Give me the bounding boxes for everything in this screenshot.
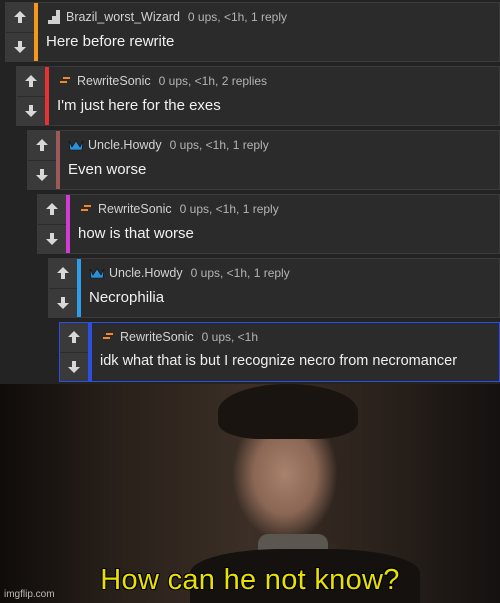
thread-depth-bar — [34, 3, 38, 61]
comment-text: how is that worse — [78, 225, 194, 242]
comment-stats: 0 ups, <1h, 1 reply — [169, 138, 269, 152]
comment: Uncle.Howdy 0 ups, <1h, 1 reply Even wor… — [27, 130, 500, 190]
comment: Uncle.Howdy 0 ups, <1h, 1 reply Necrophi… — [48, 258, 500, 318]
thread-depth-bar — [77, 259, 81, 317]
username: Uncle.Howdy — [109, 266, 183, 280]
username: Uncle.Howdy — [88, 138, 162, 152]
comment-meta: Uncle.Howdy 0 ups, <1h, 1 reply — [89, 264, 290, 282]
username: RewriteSonic — [120, 330, 194, 344]
comment: RewriteSonic 0 ups, <1h idk what that is… — [59, 322, 500, 382]
meme-image: How can he not know? imgflip.com — [0, 384, 500, 603]
vote-controls — [38, 195, 66, 253]
upvote-button[interactable] — [38, 195, 66, 225]
upvote-button[interactable] — [60, 323, 88, 353]
username-link[interactable]: RewriteSonic — [100, 330, 194, 344]
pixel-stairs-icon — [48, 10, 60, 24]
username-link[interactable]: RewriteSonic — [78, 202, 172, 216]
username: RewriteSonic — [77, 74, 151, 88]
downvote-button[interactable] — [38, 224, 66, 253]
arrow-down-icon — [68, 360, 80, 373]
vote-controls — [6, 3, 34, 61]
comment-thread: Brazil_worst_Wizard 0 ups, <1h, 1 reply … — [0, 0, 500, 384]
arrow-up-icon — [46, 203, 58, 216]
blue-crown-icon — [89, 268, 105, 279]
vote-controls — [28, 131, 56, 189]
comment: Brazil_worst_Wizard 0 ups, <1h, 1 reply … — [5, 2, 500, 62]
upvote-button[interactable] — [28, 131, 56, 161]
username-link[interactable]: RewriteSonic — [57, 74, 151, 88]
arrow-up-icon — [14, 11, 26, 24]
comment-meta: Brazil_worst_Wizard 0 ups, <1h, 1 reply — [46, 8, 287, 26]
arrow-up-icon — [36, 139, 48, 152]
comment-text: I'm just here for the exes — [57, 97, 221, 114]
hair-shape — [218, 384, 358, 439]
comment-meta: RewriteSonic 0 ups, <1h, 1 reply — [78, 200, 279, 218]
thread-depth-bar — [56, 131, 60, 189]
upvote-button[interactable] — [49, 259, 77, 289]
thread-depth-bar — [66, 195, 70, 253]
downvote-button[interactable] — [6, 32, 34, 61]
orange-dash-icon — [81, 205, 91, 211]
meme-caption: How can he not know? — [100, 564, 400, 596]
comment-stats: 0 ups, <1h, 1 reply — [190, 266, 290, 280]
thread-depth-bar — [88, 323, 92, 381]
comment-meta: RewriteSonic 0 ups, <1h — [100, 328, 258, 346]
arrow-down-icon — [25, 104, 37, 117]
comment-meta: Uncle.Howdy 0 ups, <1h, 1 reply — [68, 136, 269, 154]
vote-controls — [49, 259, 77, 317]
username: RewriteSonic — [98, 202, 172, 216]
arrow-up-icon — [57, 267, 69, 280]
blue-crown-icon — [68, 140, 84, 151]
downvote-button[interactable] — [28, 160, 56, 189]
username-link[interactable]: Uncle.Howdy — [68, 138, 162, 152]
comment: RewriteSonic 0 ups, <1h, 1 reply how is … — [37, 194, 500, 254]
orange-dash-icon — [60, 77, 70, 83]
comment: RewriteSonic 0 ups, <1h, 2 replies I'm j… — [16, 66, 500, 126]
comment-stats: 0 ups, <1h, 1 reply — [187, 10, 287, 24]
vote-controls — [17, 67, 45, 125]
arrow-up-icon — [25, 75, 37, 88]
arrow-down-icon — [14, 40, 26, 53]
arrow-down-icon — [46, 232, 58, 245]
upvote-button[interactable] — [6, 3, 34, 33]
username: Brazil_worst_Wizard — [66, 10, 180, 24]
arrow-up-icon — [68, 331, 80, 344]
comment-stats: 0 ups, <1h, 2 replies — [158, 74, 268, 88]
arrow-down-icon — [36, 168, 48, 181]
thread-depth-bar — [45, 67, 49, 125]
downvote-button[interactable] — [60, 352, 88, 381]
arrow-down-icon — [57, 296, 69, 309]
comment-text: Even worse — [68, 161, 147, 178]
comment-stats: 0 ups, <1h, 1 reply — [179, 202, 279, 216]
comment-text: Here before rewrite — [46, 33, 175, 50]
downvote-button[interactable] — [17, 96, 45, 125]
downvote-button[interactable] — [49, 288, 77, 317]
upvote-button[interactable] — [17, 67, 45, 97]
watermark: imgflip.com — [4, 589, 55, 600]
comment-stats: 0 ups, <1h — [201, 330, 259, 344]
vote-controls — [60, 323, 88, 381]
comment-meta: RewriteSonic 0 ups, <1h, 2 replies — [57, 72, 267, 90]
username-link[interactable]: Uncle.Howdy — [89, 266, 183, 280]
comment-text: Necrophilia — [89, 289, 165, 306]
orange-dash-icon — [103, 333, 113, 339]
comment-text: idk what that is but I recognize necro f… — [100, 353, 458, 369]
username-link[interactable]: Brazil_worst_Wizard — [46, 10, 180, 24]
